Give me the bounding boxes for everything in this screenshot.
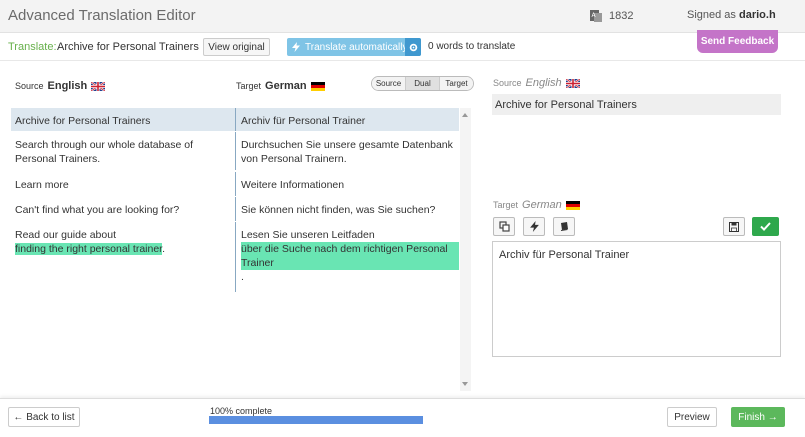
lightning-icon: [287, 42, 305, 52]
segment-target[interactable]: Archiv für Personal Trainer: [235, 108, 459, 131]
send-feedback-button[interactable]: Send Feedback: [697, 30, 778, 53]
view-original-button[interactable]: View original: [203, 38, 270, 56]
segment-target[interactable]: Sie können nicht finden, was Sie suchen?: [235, 197, 459, 221]
view-mode-dual[interactable]: Dual: [406, 77, 440, 90]
copy-icon: [498, 221, 510, 232]
segment-row[interactable]: Read our guide about finding the right p…: [11, 222, 459, 292]
preview-button[interactable]: Preview: [667, 407, 717, 427]
book-icon: [560, 222, 568, 231]
segment-row[interactable]: Search through our whole database of Per…: [11, 132, 459, 170]
target-link-highlight: über die Suche nach dem richtigen Person…: [241, 242, 459, 270]
copy-source-button[interactable]: [493, 217, 515, 236]
segment-target[interactable]: Lesen Sie unseren Leitfaden über die Suc…: [235, 222, 459, 292]
translate-automatically-button[interactable]: Translate automatically: [287, 38, 421, 56]
editor-source-label: Source: [493, 78, 522, 88]
segment-source-text: Read our guide about: [15, 229, 116, 241]
scroll-down-arrow-icon[interactable]: [462, 382, 468, 386]
segment-target[interactable]: Weitere Informationen: [235, 172, 459, 196]
view-mode-source[interactable]: Source: [372, 77, 406, 90]
segment-source[interactable]: Archive for Personal Trainers: [11, 108, 235, 131]
gear-icon[interactable]: [405, 38, 421, 56]
segment-source[interactable]: Can't find what you are looking for?: [11, 197, 235, 221]
segment-grid: Archive for Personal Trainers Archiv für…: [11, 108, 459, 392]
grid-target-label: Target: [236, 81, 262, 91]
checkmark-icon: [760, 222, 771, 231]
grid-source-label: Source: [15, 81, 44, 91]
lightning-icon: [529, 221, 539, 232]
german-flag-icon: [565, 200, 580, 210]
target-trailing-punctuation: .: [241, 271, 244, 283]
credits-indicator: A 1832: [589, 9, 633, 23]
words-to-translate: 0 words to translate: [428, 41, 516, 52]
uk-flag-icon: [90, 80, 106, 92]
editor-target-language: Target German: [493, 199, 580, 211]
segment-source[interactable]: Read our guide about finding the right p…: [11, 222, 235, 292]
translate-label: Translate:: [8, 41, 57, 53]
credits-count: 1832: [609, 10, 634, 22]
progress-bar: [209, 416, 423, 424]
target-editor-textarea[interactable]: Archiv für Personal Trainer: [492, 241, 781, 357]
footer-bar: ← Back to list 100% complete Preview Fin…: [0, 398, 805, 437]
editor-target-label: Target: [493, 200, 519, 210]
grid-scrollbar[interactable]: [460, 108, 471, 391]
title-bar: Advanced Translation Editor A 1832 Signe…: [0, 0, 805, 33]
segment-row[interactable]: Learn more Weitere Informationen: [11, 172, 459, 196]
grid-source-lang: English: [47, 80, 88, 92]
segment-row[interactable]: Can't find what you are looking for? Sie…: [11, 197, 459, 221]
editor-source-text: Archive for Personal Trainers: [492, 94, 781, 115]
username[interactable]: dario.h: [739, 9, 776, 21]
back-to-list-button[interactable]: ← Back to list: [8, 407, 80, 427]
app-title: Advanced Translation Editor: [8, 7, 196, 24]
save-button[interactable]: [723, 217, 745, 236]
translate-automatically-label: Translate automatically: [305, 41, 408, 53]
source-link-highlight: finding the right personal trainer: [15, 243, 163, 255]
segment-target-text: Lesen Sie unseren Leitfaden: [241, 229, 375, 241]
confirm-segment-button[interactable]: [752, 217, 779, 236]
signed-in-user: Signed as dario.h: [687, 9, 776, 21]
progress-label: 100% complete: [210, 406, 273, 416]
document-toolbar: Translate: Archive for Personal Trainers…: [0, 33, 805, 61]
segment-source[interactable]: Learn more: [11, 172, 235, 196]
grid-target-language: Target German: [236, 80, 325, 92]
editor-target-lang: German: [522, 199, 562, 211]
signed-prefix: Signed as: [687, 9, 736, 21]
segment-target[interactable]: Durchsuchen Sie unsere gesamte Datenbank…: [235, 132, 459, 170]
document-title: Archive for Personal Trainers: [57, 41, 199, 53]
source-trailing-punctuation: .: [162, 243, 166, 255]
view-mode-target[interactable]: Target: [440, 77, 473, 90]
translate-credits-icon: A: [589, 9, 603, 23]
editor-source-lang: English: [525, 77, 562, 89]
segment-source[interactable]: Search through our whole database of Per…: [11, 132, 235, 170]
progress-bar-fill: [209, 416, 423, 424]
uk-flag-icon: [565, 77, 581, 89]
segment-row[interactable]: Archive for Personal Trainers Archiv für…: [11, 108, 459, 131]
machine-translate-button[interactable]: [523, 217, 545, 236]
editor-source-language: Source English: [493, 77, 581, 89]
grid-target-lang: German: [265, 80, 307, 92]
glossary-button[interactable]: [553, 217, 575, 236]
save-icon: [729, 221, 739, 232]
finish-button[interactable]: Finish →: [731, 407, 785, 427]
view-mode-toggle: Source Dual Target: [371, 76, 474, 91]
german-flag-icon: [310, 81, 325, 91]
grid-source-language: Source English: [15, 80, 106, 92]
scroll-up-arrow-icon[interactable]: [462, 113, 468, 117]
